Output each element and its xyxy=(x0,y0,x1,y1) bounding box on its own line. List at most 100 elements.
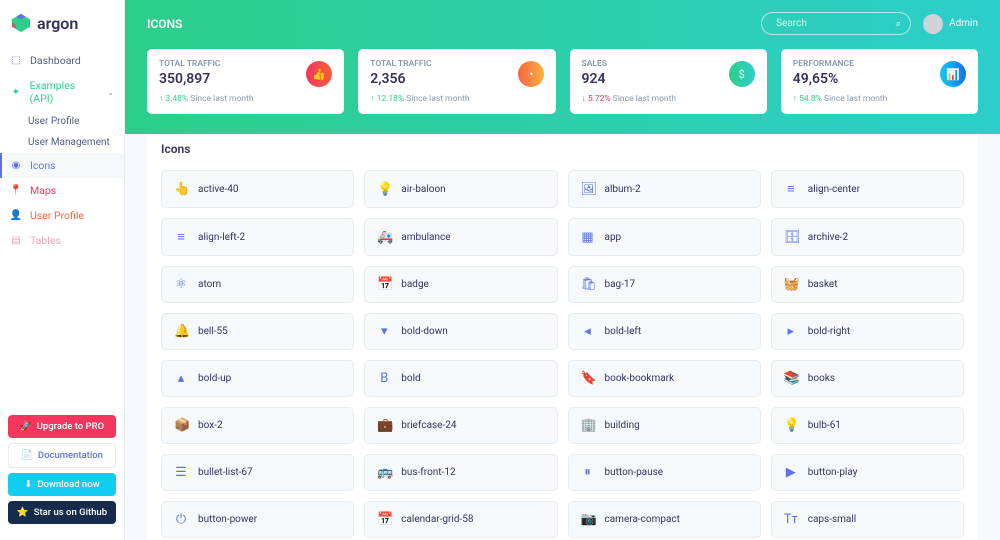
icon-item-bell-55[interactable]: 🔔bell-55 xyxy=(161,313,354,350)
align-center-icon: ≡ xyxy=(784,181,798,197)
icon-item-archive-2[interactable]: 🗄archive-2 xyxy=(771,218,964,256)
bus-front-12-icon: 🚌 xyxy=(377,465,391,480)
nav-item-icons[interactable]: ◉Icons xyxy=(0,153,124,178)
search-icon[interactable]: ⌕ xyxy=(896,18,902,29)
icon-name: books xyxy=(808,373,835,384)
nav-sub-user-management[interactable]: User Management xyxy=(0,132,124,153)
icons-card: Icons 👆active-40💡air-baloon🖼album-2≡alig… xyxy=(147,128,978,540)
icon-item-books[interactable]: 📚 books xyxy=(771,360,964,397)
icon-name: bullet-list-67 xyxy=(198,467,253,478)
stat-card-2: SALES924↓ 5.72% Since last month$ xyxy=(570,49,767,114)
icon-item-button-power[interactable]: ⏻button-power xyxy=(161,501,354,538)
stat-pie-icon: ◔ xyxy=(518,61,544,87)
icon-item-book-bookmark[interactable]: 🔖book-bookmark xyxy=(568,360,761,397)
nav-item-examples-api-[interactable]: ✦Examples (API)⌄ xyxy=(0,73,124,111)
icon-item-bold[interactable]: Bbold xyxy=(364,360,557,397)
icon-item-basket[interactable]: 🧺basket xyxy=(771,266,964,303)
nav-sub-user-profile[interactable]: User Profile xyxy=(0,111,124,132)
icon-name: align-left-2 xyxy=(198,232,245,243)
user-name: Admin xyxy=(949,18,978,29)
icon-item-bulb-61[interactable]: 💡bulb-61 xyxy=(771,407,964,444)
main: ICONS ⌕ Admin TOTAL TRAFFIC350,897↑ 3.48… xyxy=(125,0,1000,540)
icon-name: book-bookmark xyxy=(605,373,675,384)
bold-left-icon: ◂ xyxy=(581,324,595,339)
bold-right-icon: ▸ xyxy=(784,324,798,339)
icon-item-button-play[interactable]: ▶button-play xyxy=(771,454,964,491)
stats-row: TOTAL TRAFFIC350,897↑ 3.48% Since last m… xyxy=(147,49,978,114)
icon-item-badge[interactable]: 📅badge xyxy=(364,266,557,303)
icon-name: calendar-grid-58 xyxy=(401,514,473,525)
bold-up-icon: ▴ xyxy=(174,371,188,386)
calendar-grid-58-icon: 📅 xyxy=(377,512,391,527)
upgrade-to-pro-button[interactable]: 🚀Upgrade to PRO xyxy=(8,415,116,438)
album-2-icon: 🖼 xyxy=(581,182,595,197)
chevron-down-icon: ⌄ xyxy=(107,88,114,97)
align-left-2-icon: ≡ xyxy=(174,229,188,245)
icon-item-bold-up[interactable]: ▴bold-up xyxy=(161,360,354,397)
icon-item-bold-down[interactable]: ▾bold-down xyxy=(364,313,557,350)
icon-item-button-pause[interactable]: ⏸button-pause xyxy=(568,454,761,491)
icon-item-briefcase-24[interactable]: 💼briefcase-24 xyxy=(364,407,557,444)
search-input[interactable] xyxy=(761,12,911,35)
brand-name: argon xyxy=(37,14,78,33)
btn-label: Upgrade to PRO xyxy=(37,421,104,432)
icon-item-calendar-grid-58[interactable]: 📅 calendar-grid-58 xyxy=(364,501,557,538)
stat-change: ↓ 5.72% Since last month xyxy=(582,93,755,104)
icon-item-bold-left[interactable]: ◂bold-left xyxy=(568,313,761,350)
icon-item-caps-small[interactable]: Tтcaps-small xyxy=(771,501,964,538)
download-now-button[interactable]: ⬇Download now xyxy=(8,473,116,496)
icon-name: archive-2 xyxy=(808,232,848,243)
box-2-icon: 📦 xyxy=(174,418,188,433)
avatar xyxy=(923,14,943,34)
icon-item-album-2[interactable]: 🖼album-2 xyxy=(568,170,761,208)
search-wrap: ⌕ xyxy=(761,12,911,35)
books-icon: 📚 xyxy=(784,371,798,386)
icon-name: bold xyxy=(401,373,420,384)
stat-change: ↑ 3.48% Since last month xyxy=(159,93,332,104)
nav-label: Dashboard xyxy=(30,54,81,67)
icon-item-active-40[interactable]: 👆active-40 xyxy=(161,170,354,208)
icon-item-box-2[interactable]: 📦box-2 xyxy=(161,407,354,444)
app-icon: ▦ xyxy=(581,230,595,245)
icon-item-bold-right[interactable]: ▸bold-right xyxy=(771,313,964,350)
nav-label: Maps xyxy=(30,184,56,197)
documentation-button[interactable]: 📄Documentation xyxy=(8,443,116,468)
icon-item-bus-front-12[interactable]: 🚌bus-front-12 xyxy=(364,454,557,491)
nav-item-user-profile[interactable]: 👤 User Profile xyxy=(0,203,124,228)
icon-item-building[interactable]: 🏢building xyxy=(568,407,761,444)
sidebar: argon ⬚Dashboard✦Examples (API)⌄User Pro… xyxy=(0,0,125,540)
user-icon: 👤 xyxy=(10,210,22,222)
btn-label: Download now xyxy=(37,479,99,490)
nav-label: User Profile xyxy=(30,209,84,222)
nav-item-dashboard[interactable]: ⬚Dashboard xyxy=(0,48,124,73)
stat-label: SALES xyxy=(582,59,755,69)
user-menu[interactable]: Admin xyxy=(923,14,978,34)
bag-17-icon: 🛍 xyxy=(581,277,595,292)
icon-item-atom[interactable]: ⚛atom xyxy=(161,266,354,303)
nav-label: Examples (API) xyxy=(30,79,100,105)
brand-logo[interactable]: argon xyxy=(0,8,124,48)
stat-card-3: PERFORMANCE49,65%↑ 54.8% Since last mont… xyxy=(781,49,978,114)
icon-name: active-40 xyxy=(198,184,238,195)
star-us-on-github-button[interactable]: ⭐Star us on Github xyxy=(8,501,116,524)
icon-item-align-left-2[interactable]: ≡ align-left-2 xyxy=(161,218,354,256)
nav-item-tables[interactable]: ▤Tables xyxy=(0,228,124,253)
icon-grid: 👆active-40 💡air-baloon 🖼album-2 ≡align-cent… xyxy=(161,170,964,538)
icon-item-app[interactable]: ▦ app xyxy=(568,218,761,256)
icon-item-camera-compact[interactable]: 📷camera-compact xyxy=(568,501,761,538)
icon-name: ambulance xyxy=(401,232,450,243)
icon-item-bag-17[interactable]: 🛍bag-17 xyxy=(568,266,761,303)
icon-item-air-baloon[interactable]: 💡air-baloon xyxy=(364,170,557,208)
icon-item-ambulance[interactable]: 🚑ambulance xyxy=(364,218,557,256)
stat-card-1: TOTAL TRAFFIC2,356↑ 12.18% Since last mo… xyxy=(358,49,555,114)
bullet-list-67-icon: ☰ xyxy=(174,465,188,480)
bulb-61-icon: 💡 xyxy=(784,418,798,433)
nav-item-maps[interactable]: 📍Maps xyxy=(0,178,124,203)
stat-change: ↑ 12.18% Since last month xyxy=(370,93,543,104)
icon-name: bell-55 xyxy=(198,326,228,337)
icon-item-align-center[interactable]: ≡align-center xyxy=(771,170,964,208)
icon-name: caps-small xyxy=(808,514,856,525)
icon-name: app xyxy=(605,232,622,243)
icon-item-bullet-list-67[interactable]: ☰ bullet-list-67 xyxy=(161,454,354,491)
stat-change: ↑ 54.8% Since last month xyxy=(793,93,966,104)
